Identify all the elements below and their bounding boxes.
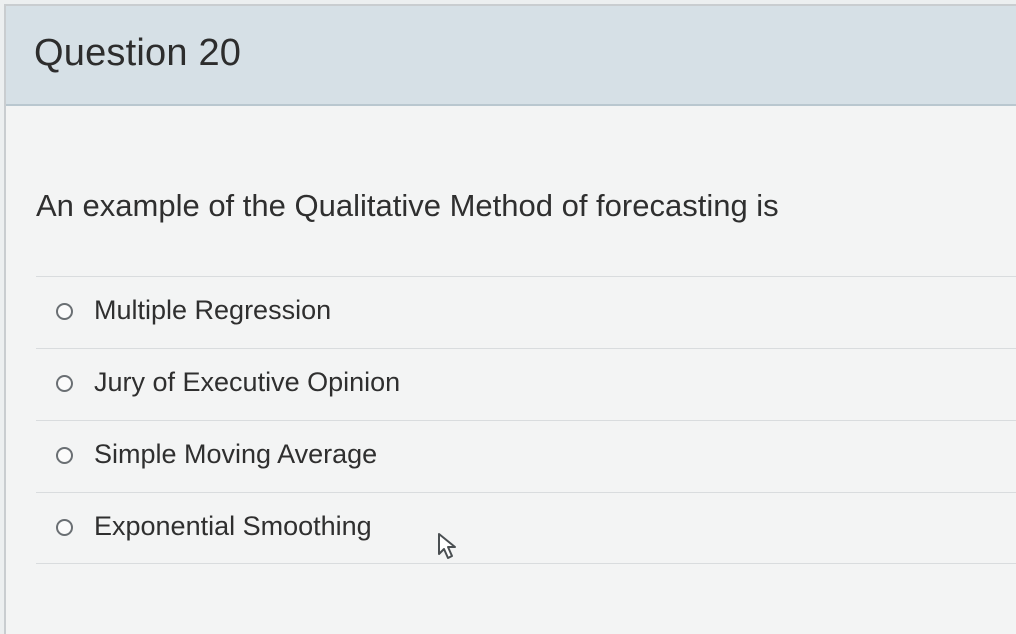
- answer-label[interactable]: Exponential Smoothing: [94, 511, 372, 542]
- question-body: An example of the Qualitative Method of …: [6, 106, 1016, 634]
- answer-option-exponential-smoothing[interactable]: Exponential Smoothing: [36, 492, 1016, 564]
- answer-label[interactable]: Simple Moving Average: [94, 439, 377, 470]
- answer-option-multiple-regression[interactable]: Multiple Regression: [36, 276, 1016, 348]
- question-title: Question 20: [34, 32, 242, 74]
- question-text: An example of the Qualitative Method of …: [36, 188, 779, 223]
- answer-label[interactable]: Jury of Executive Opinion: [94, 367, 400, 398]
- answer-option-simple-moving-average[interactable]: Simple Moving Average: [36, 420, 1016, 492]
- radio-button-icon[interactable]: [56, 375, 73, 392]
- radio-button-icon[interactable]: [56, 303, 73, 320]
- answer-option-jury-of-executive-opinion[interactable]: Jury of Executive Opinion: [36, 348, 1016, 420]
- radio-button-icon[interactable]: [56, 447, 73, 464]
- question-panel: Question 20 An example of the Qualitativ…: [4, 4, 1016, 634]
- answer-label[interactable]: Multiple Regression: [94, 295, 331, 326]
- question-header: Question 20: [6, 6, 1016, 106]
- radio-button-icon[interactable]: [56, 519, 73, 536]
- answer-list: Multiple Regression Jury of Executive Op…: [36, 276, 1016, 564]
- mouse-pointer-icon: [438, 533, 456, 559]
